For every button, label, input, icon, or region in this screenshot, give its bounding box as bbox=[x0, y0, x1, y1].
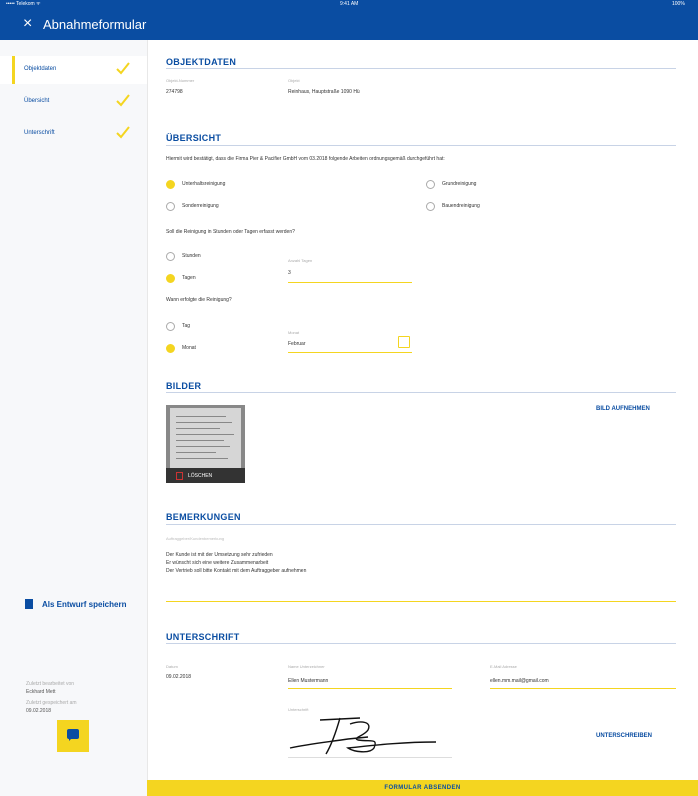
capture-photo-button[interactable]: BILD AUFNEHMEN bbox=[596, 406, 650, 412]
radio-label: Tagen bbox=[182, 275, 196, 281]
submit-form-button[interactable]: FORMULAR ABSENDEN bbox=[147, 780, 698, 796]
radio-stunden[interactable] bbox=[166, 252, 175, 261]
checkmark-icon bbox=[116, 94, 130, 107]
object-label: Objekt bbox=[288, 78, 300, 83]
remarks-underline bbox=[166, 601, 676, 602]
status-bar: ••••• Telekom ᯤ 9:41 AM 100% bbox=[0, 0, 698, 9]
radio-unterhaltsreinigung[interactable] bbox=[166, 180, 175, 189]
section-title-bilder: BILDER bbox=[166, 381, 202, 391]
delete-label: LÖSCHEN bbox=[188, 473, 213, 479]
month-select[interactable]: Februar bbox=[288, 341, 306, 347]
sidebar-item-uebersicht[interactable]: Übersicht bbox=[0, 88, 147, 116]
object-number-label: Objekt-Nummer bbox=[166, 78, 195, 83]
divider bbox=[166, 68, 676, 69]
checkmark-icon bbox=[116, 62, 130, 75]
chat-icon bbox=[67, 729, 79, 741]
radio-label: Stunden bbox=[182, 253, 201, 259]
battery-label: 100% bbox=[672, 1, 685, 7]
sidebar-item-objektdaten[interactable]: Objektdaten bbox=[0, 56, 147, 84]
date-label: Datum bbox=[166, 664, 178, 669]
remarks-placeholder: Auftraggeber/Kundenbemerkung bbox=[166, 536, 225, 541]
sidebar-item-unterschrift[interactable]: Unterschrift bbox=[0, 120, 147, 148]
divider bbox=[166, 643, 676, 644]
calendar-icon[interactable] bbox=[398, 336, 410, 348]
radio-label: Grundreinigung bbox=[442, 181, 477, 187]
amount-underline bbox=[288, 282, 412, 283]
remark-line[interactable]: Der Kunde ist mit der Umsetzung sehr zuf… bbox=[166, 552, 273, 558]
radio-tag[interactable] bbox=[166, 322, 175, 331]
email-input[interactable]: ellen.mm.mail@gmail.com bbox=[490, 678, 549, 684]
radio-label: Unterhaltsreinigung bbox=[182, 181, 226, 187]
email-label: E-Mail Adresse bbox=[490, 664, 517, 669]
chat-button[interactable] bbox=[57, 720, 89, 752]
object-number-value: 274798 bbox=[166, 89, 183, 95]
month-underline bbox=[288, 352, 412, 353]
radio-label: Bauendreinigung bbox=[442, 203, 480, 209]
signer-name-label: Name Unterzeichner bbox=[288, 664, 325, 669]
divider bbox=[166, 392, 676, 393]
section-title-unterschrift: UNTERSCHRIFT bbox=[166, 632, 240, 642]
title-bar: × Abnahmeformular bbox=[0, 9, 698, 40]
signer-name-input[interactable]: Ellen Mustermann bbox=[288, 678, 328, 684]
remark-line[interactable]: Er wünscht sich eine weitere Zusammenarb… bbox=[166, 560, 268, 566]
radio-grundreinigung[interactable] bbox=[426, 180, 435, 189]
document-icon bbox=[25, 599, 33, 609]
clock-label: 9:41 AM bbox=[340, 1, 359, 7]
trash-icon bbox=[176, 472, 183, 480]
radio-monat[interactable] bbox=[166, 344, 175, 353]
question-period: Wann erfolgte die Reinigung? bbox=[166, 297, 232, 303]
last-edited-label: Zuletzt bearbeitet von bbox=[26, 681, 75, 687]
close-icon[interactable]: × bbox=[23, 15, 32, 33]
amount-input[interactable]: 3 bbox=[288, 270, 291, 276]
delete-photo-button[interactable]: LÖSCHEN bbox=[166, 468, 245, 483]
divider bbox=[166, 145, 676, 146]
uebersicht-intro: Hiermit wird bestätigt, dass die Firma P… bbox=[166, 156, 445, 162]
last-edited-value: Eckhard Mett bbox=[26, 689, 56, 695]
sidebar-item-label: Unterschrift bbox=[24, 130, 55, 136]
radio-bauendreinigung[interactable] bbox=[426, 202, 435, 211]
page-title: Abnahmeformular bbox=[43, 17, 147, 32]
object-value: Reinhaus, Hauptstraße 1090 Hü bbox=[288, 89, 360, 95]
sign-button[interactable]: UNTERSCHREIBEN bbox=[596, 733, 652, 739]
save-draft-label: Als Entwurf speichern bbox=[42, 600, 127, 609]
photo-image bbox=[170, 408, 241, 468]
radio-label: Tag bbox=[182, 323, 191, 329]
month-label: Monat bbox=[288, 330, 300, 335]
sidebar-item-label: Übersicht bbox=[24, 98, 50, 104]
photo-thumbnail[interactable]: LÖSCHEN bbox=[166, 405, 245, 483]
last-saved-value: 09.02.2018 bbox=[26, 708, 52, 714]
carrier-label: ••••• Telekom ᯤ bbox=[6, 1, 41, 7]
section-title-bemerkungen: BEMERKUNGEN bbox=[166, 512, 241, 522]
question-unit: Soll die Reinigung in Stunden oder Tagen… bbox=[166, 229, 295, 235]
radio-sonderreinigung[interactable] bbox=[166, 202, 175, 211]
divider bbox=[166, 524, 676, 525]
date-value: 09.02.2018 bbox=[166, 674, 192, 680]
radio-label: Sonderreinigung bbox=[182, 203, 219, 209]
section-title-uebersicht: ÜBERSICHT bbox=[166, 133, 222, 143]
radio-tagen[interactable] bbox=[166, 274, 175, 283]
radio-label: Monat bbox=[182, 345, 196, 351]
sidebar-item-label: Objektdaten bbox=[24, 66, 57, 72]
remark-line[interactable]: Der Vertrieb soll bitte Kontakt mit dem … bbox=[166, 568, 306, 574]
signature-image bbox=[289, 717, 437, 755]
name-underline bbox=[288, 688, 452, 689]
email-underline bbox=[490, 688, 676, 689]
checkmark-icon bbox=[116, 126, 130, 139]
signature-underline bbox=[288, 757, 452, 758]
last-saved-label: Zuletzt gespeichert am bbox=[26, 700, 77, 706]
section-title-objektdaten: OBJEKTDATEN bbox=[166, 57, 237, 67]
amount-label: Anzahl Tagen bbox=[288, 258, 313, 263]
